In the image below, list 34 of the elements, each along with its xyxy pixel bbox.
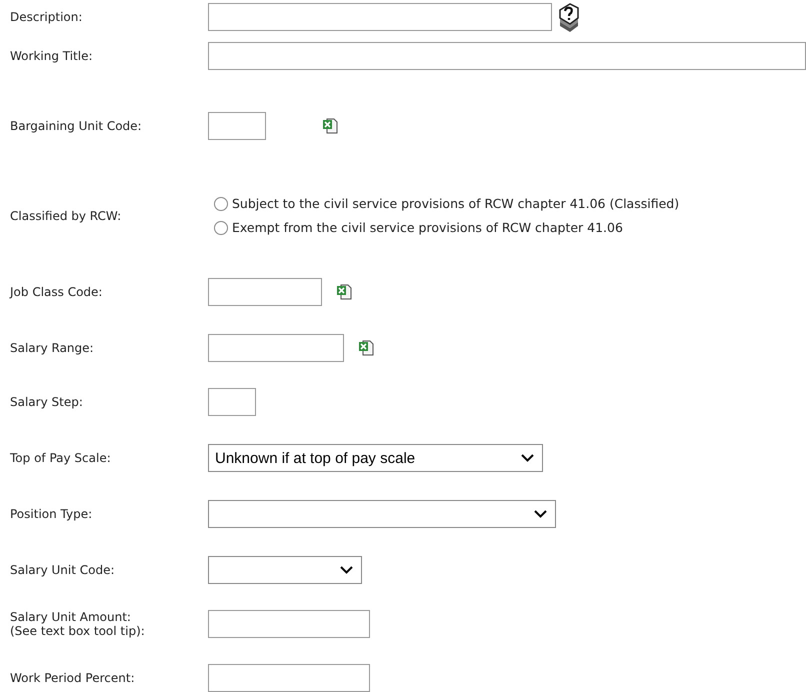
text-field[interactable] <box>208 278 322 306</box>
field-label: Working Title: <box>9 49 94 63</box>
text-field[interactable] <box>208 610 370 638</box>
field-label: Classified by RCW: <box>9 208 122 222</box>
text-field[interactable] <box>208 3 552 31</box>
field-label: Position Type: <box>9 507 94 521</box>
field-label: Job Class Code: <box>8 285 104 299</box>
field-label: Top of Pay Scale: <box>9 451 112 465</box>
chevron-icon <box>340 566 353 574</box>
spreadsheet-icon[interactable] <box>322 118 338 134</box>
radio-button[interactable] <box>214 196 228 210</box>
field-label: Salary Unit Code: <box>9 563 116 577</box>
text-field[interactable] <box>208 664 370 692</box>
text-field[interactable] <box>208 112 266 140</box>
text-field[interactable] <box>208 388 256 416</box>
radio-label: Subject to the civil service provisions of RCW chapter 41.06 (Classified) <box>232 196 680 211</box>
dropdown[interactable] <box>208 556 362 584</box>
spreadsheet-icon[interactable] <box>336 284 352 300</box>
radio-label: Exempt from the civil service provisions of RCW chapter 41.06 <box>232 220 623 235</box>
field-label: Salary Step: <box>9 395 84 409</box>
chevron-icon <box>534 510 547 518</box>
text-field[interactable] <box>208 334 344 362</box>
radio-button[interactable] <box>214 220 228 234</box>
field-label: Work Period Percent: <box>9 671 136 685</box>
dropdown[interactable] <box>208 500 556 528</box>
field-label: Salary Range: <box>9 341 95 355</box>
field-label: Description: <box>9 10 84 24</box>
field-label: Salary Unit Amount: (See text box tool tip): <box>9 610 146 638</box>
dropdown[interactable]: Unknown if at top of pay scale <box>208 444 543 472</box>
field-label: Bargaining Unit Code: <box>9 119 143 133</box>
spreadsheet-icon[interactable] <box>358 340 374 356</box>
chevron-icon <box>521 454 534 462</box>
help-icon[interactable] <box>558 2 580 32</box>
text-field[interactable] <box>208 42 806 70</box>
